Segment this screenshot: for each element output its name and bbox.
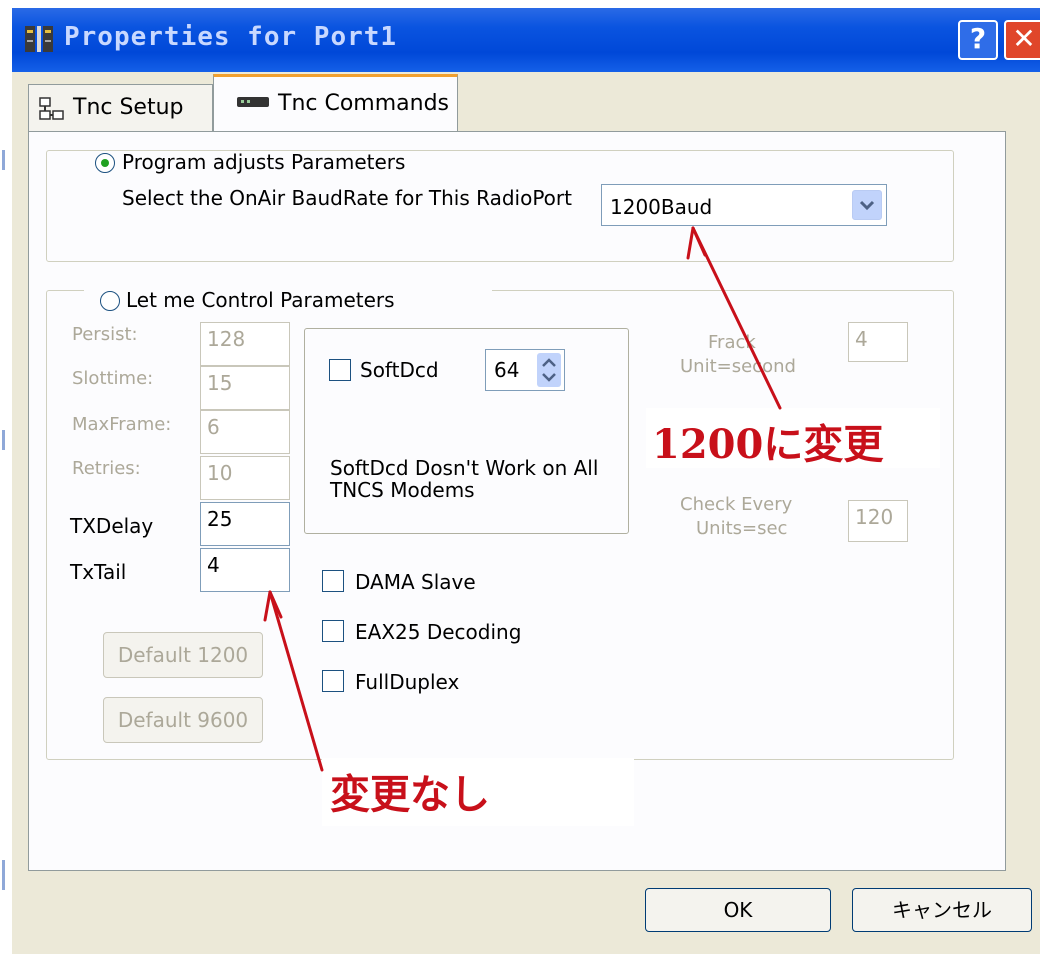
strip-mark [2, 430, 5, 450]
manual-control-radio[interactable] [100, 291, 120, 311]
radio-dot-icon [101, 159, 109, 167]
retries-label: Retries: [72, 458, 141, 479]
strip-mark [2, 860, 5, 890]
softdcd-value: 64 [494, 358, 520, 382]
cancel-button[interactable]: キャンセル [852, 888, 1032, 932]
default-1200-button[interactable]: Default 1200 [103, 632, 263, 678]
persist-label: Persist: [72, 324, 138, 345]
program-adjusts-radio[interactable] [95, 153, 115, 173]
dama-slave-label: DAMA Slave [355, 570, 476, 594]
chevron-down-icon[interactable] [852, 190, 882, 220]
tab-tnc-commands[interactable]: Tnc Commands [213, 74, 458, 132]
softdcd-spinner[interactable]: 64 [485, 349, 565, 391]
manual-control-label: Let me Control Parameters [126, 288, 395, 312]
baud-prompt: Select the OnAir BaudRate for This Radio… [122, 186, 572, 210]
maxframe-input[interactable]: 6 [200, 410, 290, 454]
softdcd-note-line2: TNCS Modems [330, 478, 475, 502]
default-9600-button[interactable]: Default 9600 [103, 697, 263, 743]
txdelay-label: TXDelay [70, 514, 154, 538]
help-icon: ? [969, 22, 987, 55]
baud-rate-select[interactable]: 1200Baud [601, 184, 887, 226]
maxframe-label: MaxFrame: [72, 414, 172, 435]
tab-label: Tnc Setup [73, 95, 184, 120]
eax25-decoding-label: EAX25 Decoding [355, 620, 522, 644]
app-icon [25, 26, 53, 52]
check-every-label: Check Every [680, 494, 793, 515]
ok-button[interactable]: OK [645, 888, 831, 932]
softdcd-label: SoftDcd [360, 358, 439, 382]
help-button[interactable]: ? [958, 20, 998, 60]
softdcd-group [304, 328, 629, 534]
network-icon [39, 97, 64, 120]
window-title: Properties for Port1 [64, 22, 398, 52]
check-every-input[interactable]: 120 [848, 500, 908, 542]
retries-input[interactable]: 10 [200, 456, 290, 500]
fullduplex-checkbox[interactable] [322, 670, 344, 692]
softdcd-checkbox[interactable] [329, 359, 351, 381]
title-bar[interactable]: Properties for Port1 ? ✕ [12, 8, 1040, 72]
frack-unit-label: Unit=second [680, 356, 796, 377]
txtail-input[interactable]: 4 [200, 548, 290, 592]
fullduplex-label: FullDuplex [355, 670, 460, 694]
slottime-label: Slottime: [72, 368, 154, 389]
strip-mark [2, 150, 5, 170]
frack-label: Frack [708, 332, 756, 353]
txdelay-input[interactable]: 25 [200, 502, 290, 546]
txtail-label: TxTail [70, 560, 127, 584]
eax25-decoding-checkbox[interactable] [322, 620, 344, 642]
frack-input[interactable]: 4 [848, 322, 908, 362]
program-adjusts-label: Program adjusts Parameters [122, 150, 406, 174]
close-button[interactable]: ✕ [1004, 20, 1040, 60]
tab-label: Tnc Commands [278, 91, 450, 116]
tnc-device-icon [237, 97, 269, 107]
softdcd-note-line1: SoftDcd Dosn't Work on All [330, 456, 599, 480]
check-every-unit-label: Units=sec [696, 518, 788, 539]
slottime-input[interactable]: 15 [200, 366, 290, 410]
spinner-arrows-icon[interactable] [537, 353, 561, 387]
annotation-unchanged-text: 変更なし [330, 771, 490, 818]
tab-tnc-setup[interactable]: Tnc Setup [28, 84, 213, 132]
baud-rate-value: 1200Baud [610, 195, 713, 219]
annotation-changed-text: 1200に変更 [652, 421, 884, 468]
dama-slave-checkbox[interactable] [322, 570, 344, 592]
close-icon: ✕ [1012, 22, 1036, 55]
background-strip [0, 0, 10, 954]
persist-input[interactable]: 128 [200, 322, 290, 366]
